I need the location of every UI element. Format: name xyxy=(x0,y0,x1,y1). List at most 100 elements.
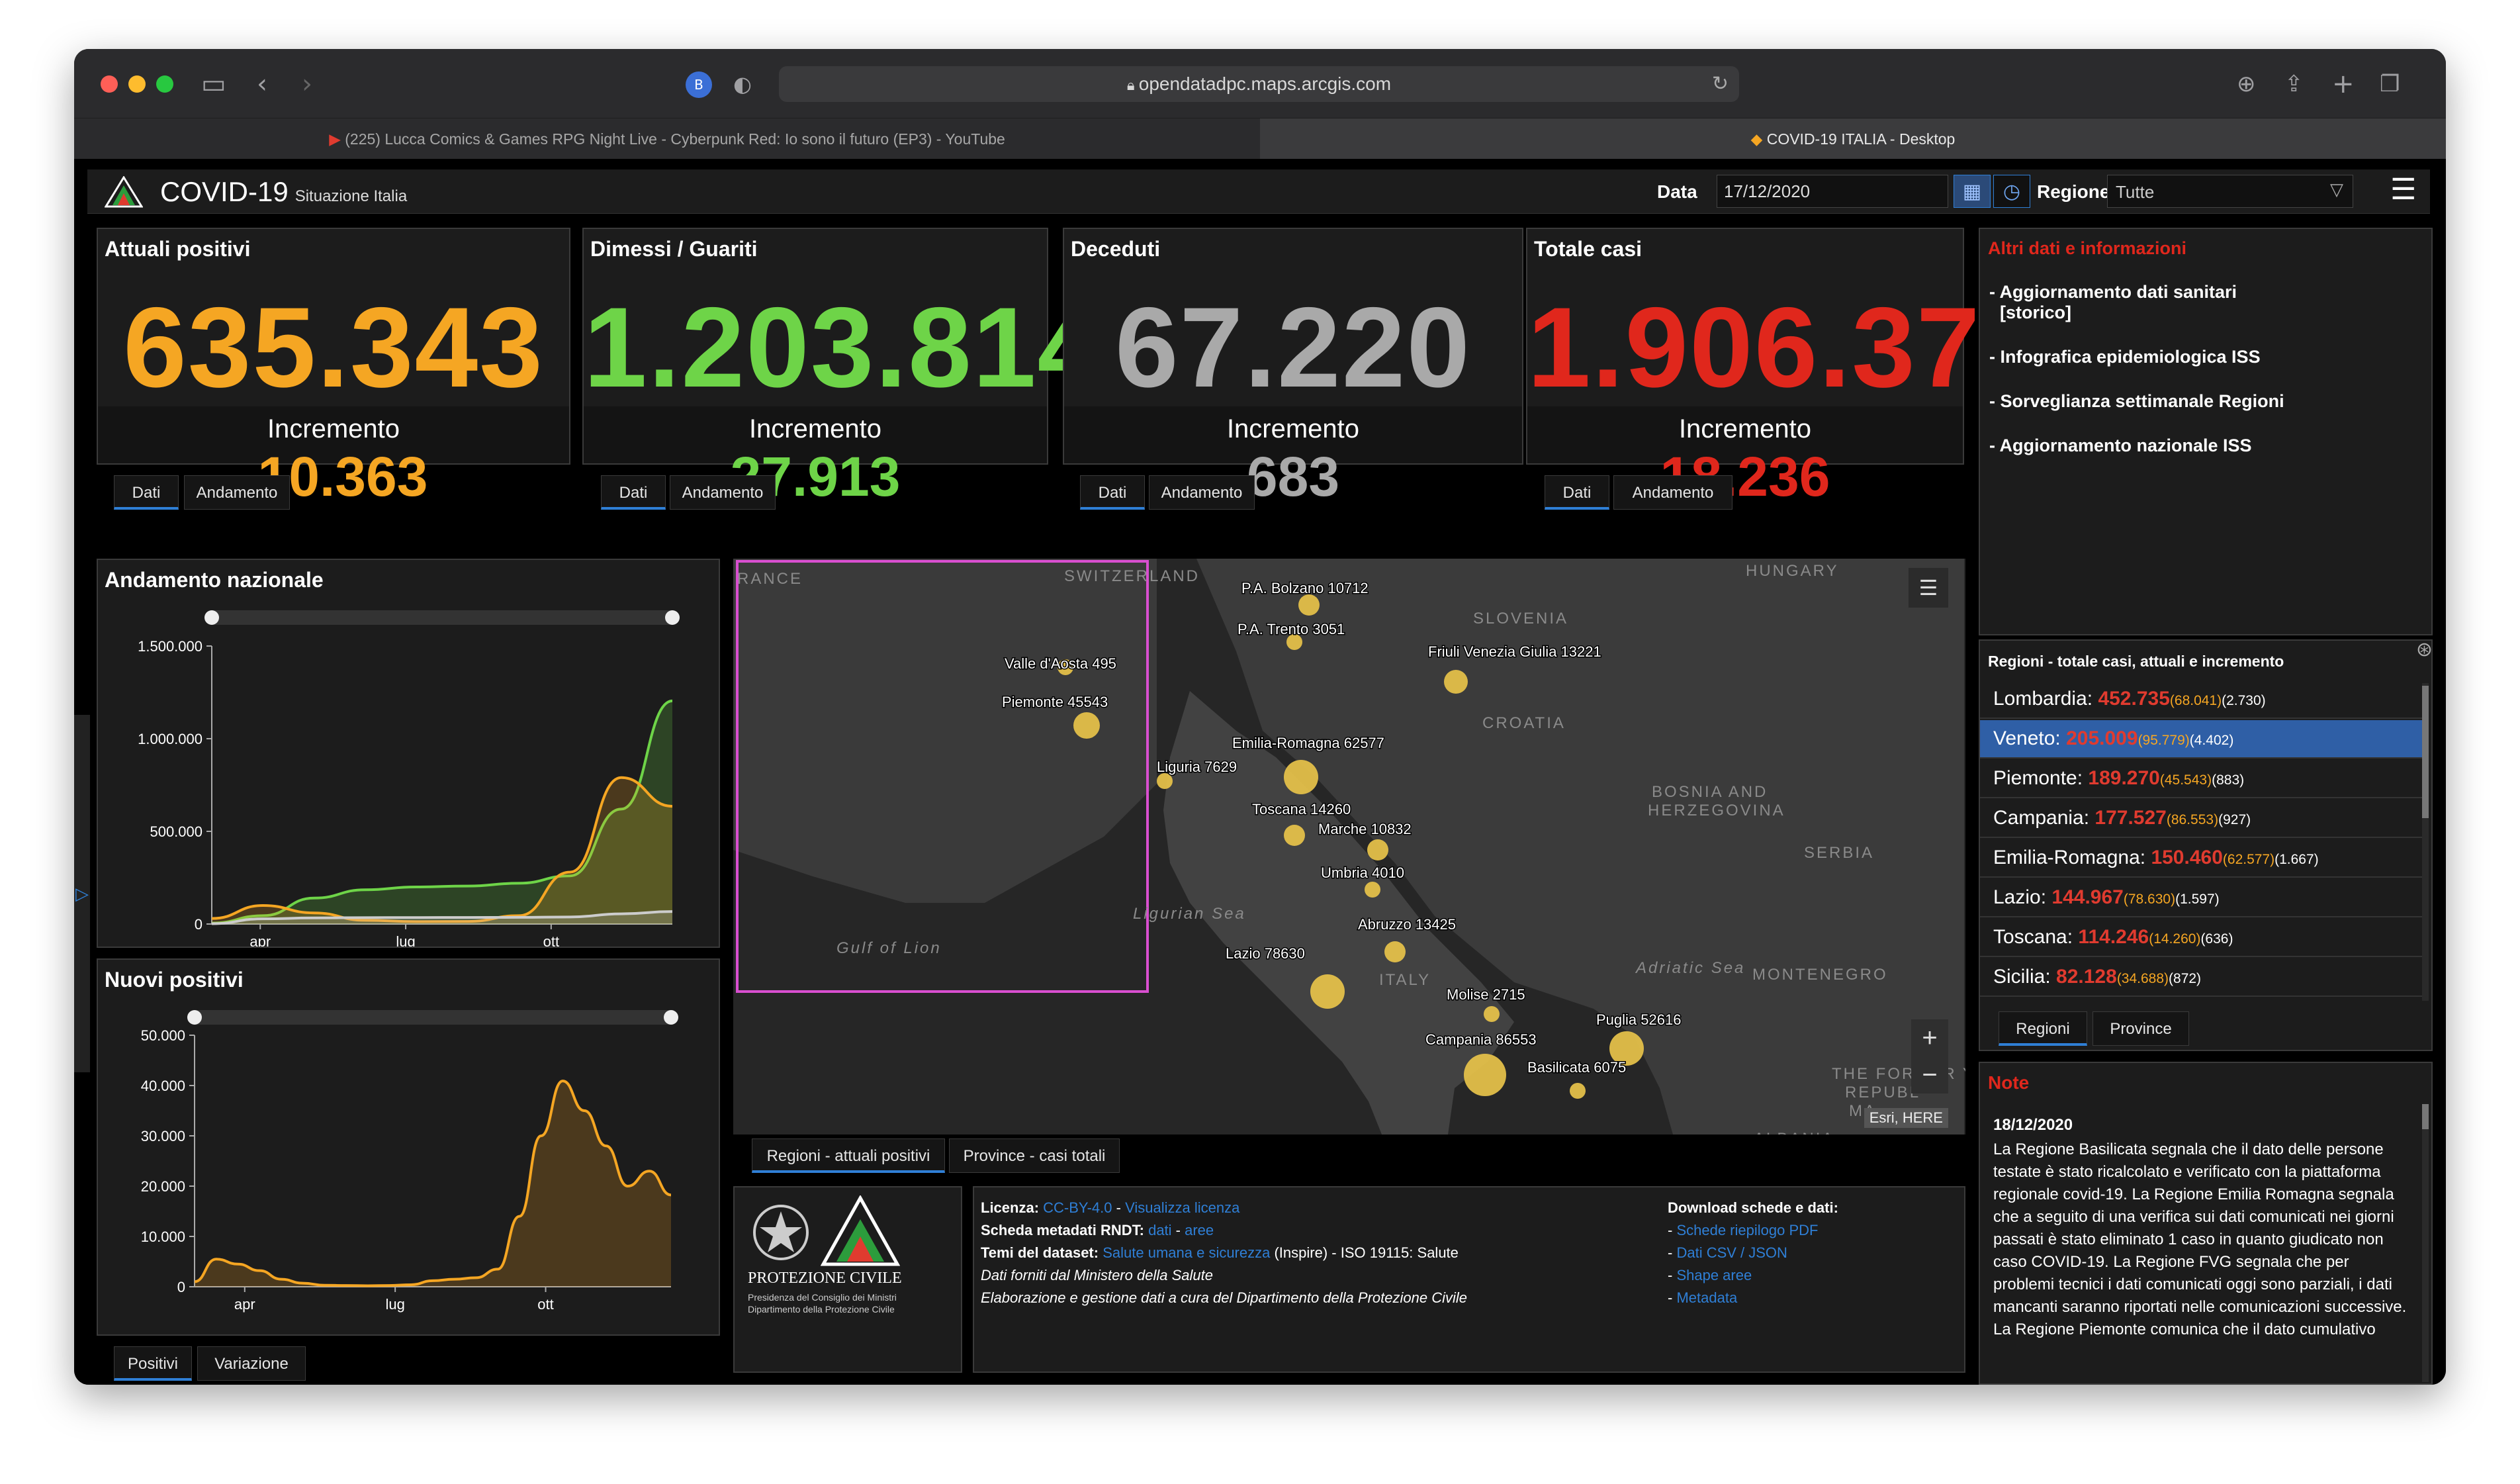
legend-list-icon[interactable]: ☰ xyxy=(1909,568,1948,608)
region-bubble[interactable] xyxy=(1444,670,1468,694)
region-increment: (2.730) xyxy=(2222,693,2266,708)
notes-text: La Regione Basilicata segnala che il dat… xyxy=(1993,1140,2407,1338)
range-handle-left[interactable] xyxy=(204,610,219,625)
link-aggiornamento-dati[interactable]: - Aggiornamento dati sanitari xyxy=(1989,282,2284,302)
share-icon[interactable]: ⇪ xyxy=(2284,68,2304,101)
calendar-icon[interactable]: ▦ xyxy=(1954,175,1991,208)
link-metadata[interactable]: Metadata xyxy=(1676,1289,1737,1306)
kpi-increment-label: Incremento xyxy=(1678,414,1812,443)
notes-scrollbar[interactable] xyxy=(2422,1104,2429,1382)
link-dati[interactable]: dati xyxy=(1148,1222,1171,1238)
minimize-window-button[interactable] xyxy=(128,75,146,93)
range-slider-track[interactable] xyxy=(195,1010,671,1025)
back-icon[interactable]: ‹ xyxy=(257,68,267,101)
sidebar-toggle-icon[interactable]: ▭ xyxy=(201,68,226,101)
region-bubble[interactable] xyxy=(1298,594,1320,616)
y-tick-label: 20.000 xyxy=(141,1178,185,1195)
shield-icon[interactable]: ◐ xyxy=(733,68,752,101)
zoom-out-icon[interactable]: − xyxy=(1911,1056,1948,1093)
tab-dati[interactable]: Dati xyxy=(601,475,666,510)
region-name: Toscana: xyxy=(1993,926,2073,948)
region-bubble[interactable] xyxy=(1310,974,1345,1009)
panel-collapse-handle[interactable]: ▷ xyxy=(74,715,90,1072)
link-infografica[interactable]: - Infografica epidemiologica ISS xyxy=(1989,347,2284,367)
zoom-in-icon[interactable]: + xyxy=(1911,1019,1948,1056)
link-aggiornamento-iss[interactable]: - Aggiornamento nazionale ISS xyxy=(1989,436,2284,456)
clock-icon[interactable]: ◷ xyxy=(1993,175,2030,208)
map-panel[interactable]: RANCE SWITZERLAND HUNGARY SLOVENIA CROATIA BO… xyxy=(733,559,1965,1135)
region-row[interactable]: Puglia: 77.112(52.616)(1.073) xyxy=(1980,998,2422,1003)
region-bubble[interactable] xyxy=(1157,773,1173,789)
region-row[interactable]: Lazio: 144.967(78.630)(1.597) xyxy=(1980,879,2422,917)
zoom-window-button[interactable] xyxy=(156,75,173,93)
close-window-button[interactable] xyxy=(101,75,118,93)
reload-icon[interactable]: ↻ xyxy=(1712,66,1729,102)
link-aree[interactable]: aree xyxy=(1185,1222,1214,1238)
tab-andamento[interactable]: Andamento xyxy=(1149,475,1255,510)
tab-dati[interactable]: Dati xyxy=(1080,475,1145,510)
link-visualizza-licenza[interactable]: Visualizza licenza xyxy=(1125,1199,1239,1216)
link-csv-json[interactable]: Dati CSV / JSON xyxy=(1676,1244,1787,1261)
y-tick-label: 1.500.000 xyxy=(138,638,202,655)
tab-andamento[interactable]: Andamento xyxy=(670,475,776,510)
region-bubble[interactable] xyxy=(1570,1083,1586,1099)
map-svg[interactable]: RANCE SWITZERLAND HUNGARY SLOVENIA CROATIA BO… xyxy=(733,559,1965,1135)
y-tick-label: 500.000 xyxy=(150,823,202,840)
link-cc-by[interactable]: CC-BY-4.0 xyxy=(1043,1199,1112,1216)
tab-regioni[interactable]: Regioni xyxy=(1999,1011,2087,1046)
regione-label: Regione xyxy=(2037,181,2110,202)
range-handle-right[interactable] xyxy=(665,610,680,625)
url-text: opendatadpc.maps.arcgis.com xyxy=(1138,73,1392,94)
region-row[interactable]: Emilia-Romagna: 150.460(62.577)(1.667) xyxy=(1980,839,2422,878)
new-tab-icon[interactable]: + xyxy=(2332,68,2355,101)
date-input[interactable] xyxy=(1717,175,1948,208)
fullscreen-icon[interactable]: ⊛ xyxy=(2416,638,2433,661)
andamento-chart-svg[interactable]: 0 500.000 1.000.000 1.500.000 apr lug ott xyxy=(98,602,719,947)
tab-province[interactable]: Province xyxy=(2092,1011,2189,1046)
x-tick-label: ott xyxy=(543,933,559,947)
tab-map-province[interactable]: Province - casi totali xyxy=(949,1138,1120,1173)
download-icon[interactable]: ⊕ xyxy=(2237,68,2256,101)
region-row[interactable]: Campania: 177.527(86.553)(927) xyxy=(1980,800,2422,838)
tab-map-regioni[interactable]: Regioni - attuali positivi xyxy=(752,1138,945,1173)
region-name: Emilia-Romagna: xyxy=(1993,847,2146,868)
link-storico[interactable]: [storico] xyxy=(1989,302,2284,323)
address-bar[interactable]: 🔒︎ opendatadpc.maps.arcgis.com ↻ xyxy=(779,66,1739,102)
tab-andamento[interactable]: Andamento xyxy=(184,475,290,510)
extension-icon[interactable]: B xyxy=(686,71,712,98)
region-increment: (636) xyxy=(2200,931,2233,947)
region-row[interactable]: Lombardia: 452.735(68.041)(2.730) xyxy=(1980,680,2422,719)
range-slider-track[interactable] xyxy=(212,610,672,625)
tab-overview-icon[interactable]: ❐ xyxy=(2380,68,2400,101)
tab-variazione[interactable]: Variazione xyxy=(197,1346,306,1381)
region-bubble[interactable] xyxy=(1384,941,1406,962)
tab-positivi[interactable]: Positivi xyxy=(114,1346,192,1381)
menu-icon[interactable]: ☰ xyxy=(2390,173,2416,207)
region-bubble[interactable] xyxy=(1365,882,1380,898)
scrollbar[interactable] xyxy=(2422,683,2429,1001)
tab-youtube[interactable]: ▶ (225) Lucca Comics & Games RPG Night L… xyxy=(74,118,1260,160)
region-bubble[interactable] xyxy=(1284,825,1305,846)
range-handle-left[interactable] xyxy=(187,1010,202,1025)
region-bubble[interactable] xyxy=(1484,1006,1500,1022)
tab-covid[interactable]: ◆ COVID-19 ITALIA - Desktop xyxy=(1260,118,2446,160)
range-handle-right[interactable] xyxy=(664,1010,678,1025)
region-row[interactable]: Toscana: 114.246(14.260)(636) xyxy=(1980,919,2422,957)
region-row[interactable]: Veneto: 205.009(95.779)(4.402) xyxy=(1980,720,2422,759)
link-salute[interactable]: Salute umana e sicurezza xyxy=(1102,1244,1270,1261)
link-sorveglianza[interactable]: - Sorveglianza settimanale Regioni xyxy=(1989,391,2284,412)
tab-dati[interactable]: Dati xyxy=(114,475,179,510)
tab-dati[interactable]: Dati xyxy=(1545,475,1609,510)
region-row[interactable]: Sicilia: 82.128(34.688)(872) xyxy=(1980,958,2422,997)
region-row[interactable]: Piemonte: 189.270(45.543)(883) xyxy=(1980,760,2422,798)
link-schede-pdf[interactable]: Schede riepilogo PDF xyxy=(1676,1222,1818,1238)
region-bubble[interactable] xyxy=(1073,712,1100,739)
tab-andamento[interactable]: Andamento xyxy=(1613,475,1732,510)
nuovi-positivi-chart-svg[interactable]: 0 10.000 20.000 30.000 40.000 50.000 apr lug ott xyxy=(98,1002,719,1333)
link-shape-aree[interactable]: Shape aree xyxy=(1676,1267,1752,1283)
forward-icon[interactable]: › xyxy=(302,68,312,101)
region-bubble[interactable] xyxy=(1284,760,1318,794)
regione-select[interactable]: Tutte ▽ xyxy=(2107,175,2353,208)
region-bubble[interactable] xyxy=(1367,839,1388,860)
region-bubble[interactable] xyxy=(1464,1054,1506,1096)
